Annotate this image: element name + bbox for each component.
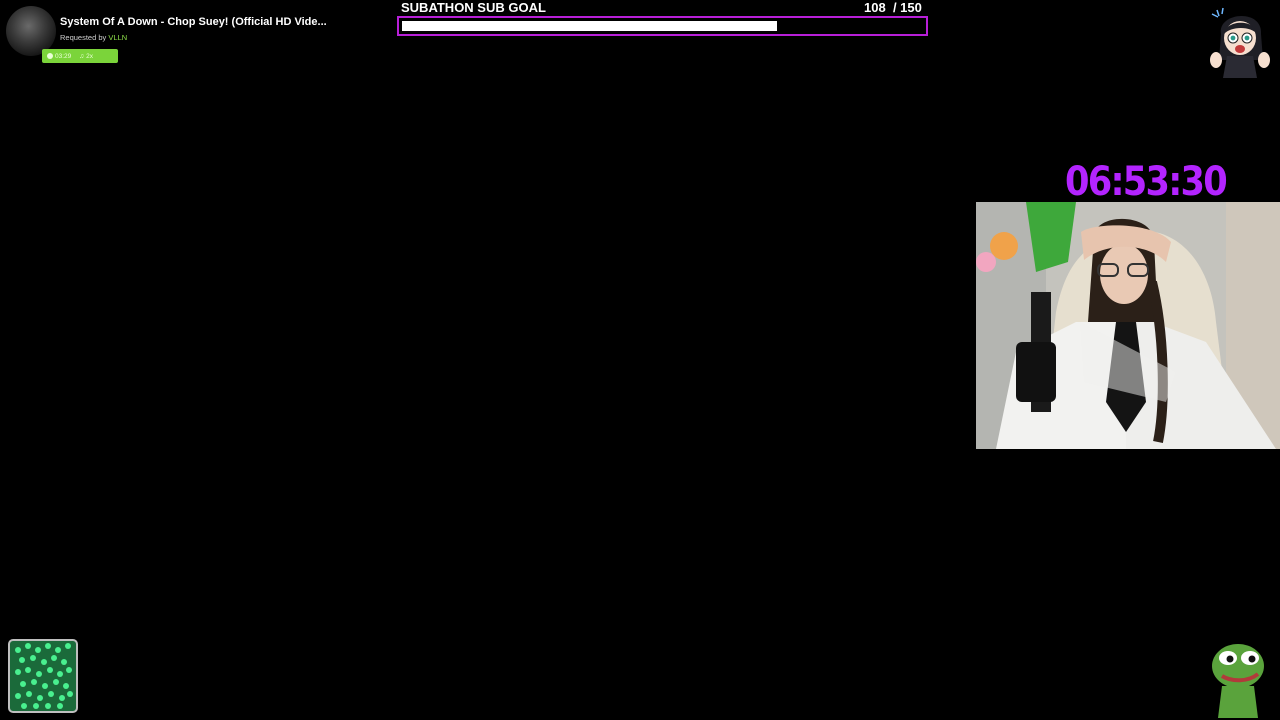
requested-by: Requested by VLLN (60, 33, 127, 42)
requested-by-label: Requested by (60, 33, 107, 42)
requested-by-user: VLLN (108, 33, 128, 42)
pepe-emote-icon (1212, 644, 1264, 718)
sub-jar-icon (8, 639, 78, 713)
webcam-feed (976, 202, 1280, 449)
now-playing-title: System Of A Down - Chop Suey! (Official … (60, 16, 327, 28)
queue-count: 2x (86, 52, 94, 60)
sub-goal-count: 108 / 150 (864, 0, 922, 15)
sub-goal-progress-fill (402, 21, 777, 31)
sub-goal-label: SUBATHON SUB GOAL (401, 0, 546, 15)
sub-goal-target: / 150 (892, 0, 922, 15)
clock-icon (47, 53, 53, 59)
song-duration: 03:29 (55, 52, 72, 60)
subathon-countdown: 06:53:30 (1065, 159, 1228, 205)
sub-goal-current: 108 (864, 0, 886, 15)
song-info-badge: 03:29 ♫ 2x (42, 49, 118, 63)
music-note-icon: ♫ (79, 52, 85, 60)
sub-goal-progress-bar (397, 16, 928, 36)
streamer-avatar-icon (1210, 7, 1270, 78)
